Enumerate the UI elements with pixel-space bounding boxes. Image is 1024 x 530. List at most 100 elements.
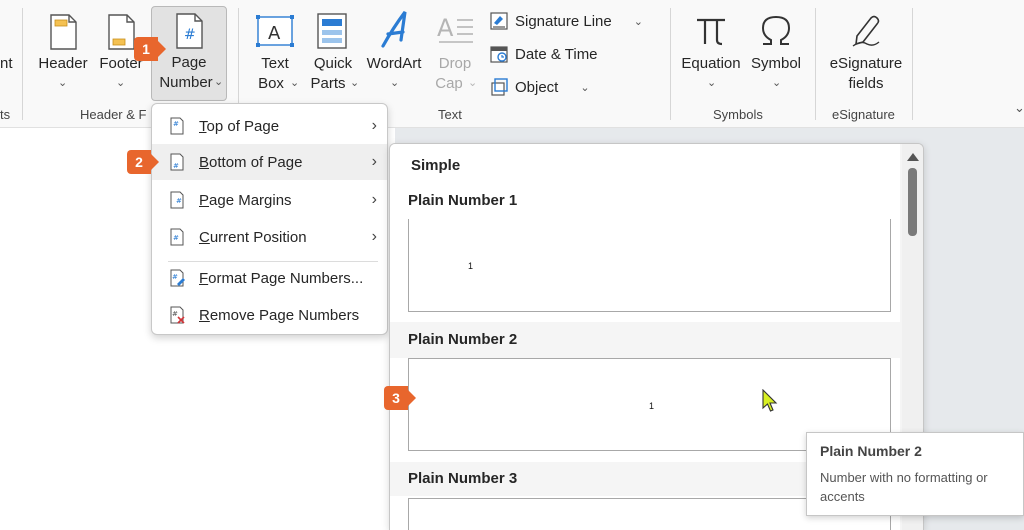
menu-item-label: emove Page Numbers — [209, 306, 360, 324]
svg-text:#: # — [176, 197, 182, 205]
svg-text:#: # — [173, 120, 179, 128]
wordart-icon — [379, 10, 411, 53]
date-time-label: Date & Time — [515, 45, 598, 63]
pen-icon — [849, 12, 883, 51]
gallery-section-title: Simple — [411, 157, 461, 174]
format-page-numbers-icon: # — [170, 269, 185, 287]
drop-cap-label-line2: Cap — [435, 75, 463, 92]
footer-icon — [105, 12, 137, 52]
gallery-item-title: Plain Number 3 — [408, 470, 518, 487]
step-badge-2: 2 — [127, 150, 159, 174]
gallery-item-plain-number-1[interactable]: 1 — [408, 219, 891, 312]
wordart-label: WordArt — [366, 55, 422, 72]
menu-item-format-page-numbers[interactable]: # Format Page Numbers... — [152, 260, 387, 296]
menu-item-label: op of Page — [206, 117, 280, 135]
chevron-down-icon: ⌄ — [350, 77, 360, 89]
chevron-down-icon: ⌄ — [58, 77, 68, 89]
svg-text:A: A — [268, 23, 281, 44]
group-separator — [815, 8, 816, 120]
drop-cap-button[interactable]: A Drop Cap ⌄ — [430, 8, 480, 103]
equation-label: Equation — [681, 55, 741, 72]
partial-ribbon-button[interactable]: nt — [0, 54, 13, 74]
page-bottom-icon: # — [170, 153, 184, 171]
tooltip-title: Plain Number 2 — [820, 443, 922, 459]
page-number-menu: # Top of Page › # Bottom of Page › # Pag… — [151, 103, 388, 335]
object-button[interactable]: Object ⌄ — [489, 77, 590, 97]
chevron-down-icon: ⌄ — [468, 77, 478, 89]
menu-item-page-margins[interactable]: # Page Margins › — [152, 182, 387, 218]
text-box-label-line2: Box — [258, 75, 284, 92]
current-position-icon: # — [170, 228, 184, 246]
svg-text:#: # — [172, 273, 178, 281]
signature-line-label: Signature Line — [515, 12, 612, 30]
mouse-cursor-icon — [762, 388, 778, 416]
gallery-item-title: Plain Number 2 — [408, 331, 518, 348]
group-separator — [912, 8, 913, 120]
partial-group-label: ts — [0, 107, 11, 122]
group-separator — [22, 8, 23, 120]
quick-parts-label-line1: Quick — [313, 55, 353, 72]
scroll-up-arrow-icon[interactable] — [907, 153, 919, 161]
esignature-label-line1: eSignature — [829, 55, 903, 72]
svg-text:A: A — [437, 14, 454, 42]
omega-icon — [759, 12, 793, 51]
chevron-right-icon: › — [371, 117, 377, 134]
text-box-icon: A — [255, 14, 295, 51]
page-number-label-line2: Number — [159, 74, 213, 91]
accelerator-key: B — [199, 153, 210, 171]
group-label-symbols: Symbols — [713, 107, 763, 122]
tooltip-description: Number with no formatting or accents — [820, 470, 988, 504]
chevron-down-icon: ⌄ — [772, 77, 782, 89]
calendar-icon — [490, 46, 508, 63]
menu-item-current-position[interactable]: # Current Position › — [152, 219, 387, 255]
step-badge-3: 3 — [384, 386, 416, 410]
chevron-right-icon: › — [371, 191, 377, 208]
drop-cap-label-line1: Drop — [438, 55, 472, 72]
chevron-right-icon: › — [371, 153, 377, 170]
svg-text:#: # — [172, 310, 178, 318]
gallery-item-title: Plain Number 1 — [408, 192, 518, 209]
page-margins-icon: # — [170, 191, 184, 209]
accelerator-key: P — [199, 191, 210, 209]
equation-button[interactable]: Equation ⌄ — [678, 8, 744, 103]
menu-item-top-of-page[interactable]: # Top of Page › — [152, 108, 387, 144]
chevron-down-icon: ⌄ — [290, 77, 300, 89]
wordart-button[interactable]: WordArt ⌄ — [363, 8, 425, 103]
gallery-tooltip: Plain Number 2 Number with no formatting… — [806, 432, 1024, 516]
header-icon — [47, 12, 79, 52]
group-label-header-footer: Header & F — [80, 107, 147, 122]
chevron-right-icon: › — [371, 228, 377, 245]
quick-parts-button[interactable]: Quick Parts ⌄ — [305, 8, 361, 103]
signature-line-icon — [490, 12, 508, 30]
object-label: Object — [515, 78, 559, 96]
ribbon-collapse-icon[interactable]: ⌄ — [1014, 100, 1024, 116]
esignature-label-line2: fields — [848, 75, 884, 92]
signature-line-button[interactable]: Signature Line ⌄ — [489, 11, 643, 31]
date-time-button[interactable]: Date & Time — [489, 44, 598, 64]
text-box-button[interactable]: A Text Box ⌄ — [250, 8, 300, 103]
object-icon — [491, 78, 508, 96]
quick-parts-icon — [316, 12, 348, 53]
menu-item-bottom-of-page[interactable]: # Bottom of Page › — [152, 144, 387, 180]
accelerator-key: R — [199, 306, 210, 324]
header-button[interactable]: Header ⌄ — [36, 8, 90, 103]
scroll-thumb[interactable] — [908, 168, 917, 236]
remove-page-numbers-icon: # — [170, 306, 185, 324]
group-separator — [670, 8, 671, 120]
group-label-esignature: eSignature — [832, 107, 895, 122]
step-badge-1: 1 — [134, 37, 166, 61]
esignature-fields-button[interactable]: eSignature fields — [826, 8, 906, 103]
chevron-down-icon: ⌄ — [707, 77, 717, 89]
page-number-sample: 1 — [468, 261, 474, 271]
chevron-down-icon: ⌄ — [214, 76, 224, 88]
menu-item-label: ottom of Page — [209, 153, 303, 171]
accelerator-key: C — [199, 228, 210, 246]
page-number-icon: # — [173, 11, 205, 51]
menu-item-label: urrent Position — [209, 228, 307, 246]
quick-parts-label-line2: Parts — [310, 75, 346, 92]
header-label: Header — [38, 55, 88, 72]
page-top-icon: # — [170, 117, 184, 135]
menu-item-remove-page-numbers[interactable]: # Remove Page Numbers — [152, 297, 387, 333]
symbol-button[interactable]: Symbol ⌄ — [748, 8, 804, 103]
accelerator-key: T — [199, 117, 207, 135]
